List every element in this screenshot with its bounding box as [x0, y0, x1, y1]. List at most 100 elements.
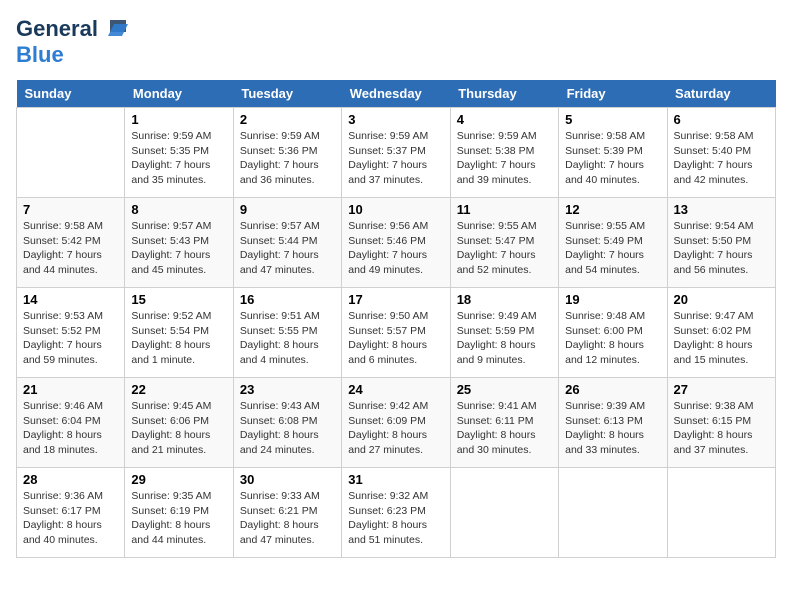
day-number: 14: [23, 292, 118, 307]
day-number: 15: [131, 292, 226, 307]
day-number: 22: [131, 382, 226, 397]
calendar-week-row: 28 Sunrise: 9:36 AMSunset: 6:17 PMDayligh…: [17, 468, 776, 558]
calendar-day-cell: 25Sunrise: 9:41 AMSunset: 6:11 PMDayligh…: [450, 378, 558, 468]
calendar-day-cell: 2 Sunrise: 9:59 AMSunset: 5:36 PMDaylight…: [233, 108, 341, 198]
day-number: 4: [457, 112, 552, 127]
logo-icon: [100, 18, 128, 40]
day-info: Sunrise: 9:33 AMSunset: 6:21 PMDaylight:…: [240, 489, 335, 548]
logo-blue: Blue: [16, 42, 64, 67]
calendar-day-cell: 22 Sunrise: 9:45 AMSunset: 6:06 PMDayligh…: [125, 378, 233, 468]
calendar-week-row: 7 Sunrise: 9:58 AMSunset: 5:42 PMDaylight…: [17, 198, 776, 288]
page-header: General Blue: [16, 16, 776, 68]
calendar-week-row: 1 Sunrise: 9:59 AMSunset: 5:35 PMDaylight…: [17, 108, 776, 198]
weekday-header: Wednesday: [342, 80, 450, 108]
calendar-day-cell: 30 Sunrise: 9:33 AMSunset: 6:21 PMDayligh…: [233, 468, 341, 558]
calendar-day-cell: 7 Sunrise: 9:58 AMSunset: 5:42 PMDaylight…: [17, 198, 125, 288]
day-number: 2: [240, 112, 335, 127]
calendar-day-cell: [450, 468, 558, 558]
day-number: 28: [23, 472, 118, 487]
day-info: Sunrise: 9:54 AMSunset: 5:50 PMDaylight:…: [674, 219, 769, 278]
calendar-day-cell: 31Sunrise: 9:32 AMSunset: 6:23 PMDayligh…: [342, 468, 450, 558]
day-info: Sunrise: 9:53 AMSunset: 5:52 PMDaylight:…: [23, 309, 118, 368]
calendar-header: SundayMondayTuesdayWednesdayThursdayFrid…: [17, 80, 776, 108]
day-number: 7: [23, 202, 118, 217]
day-number: 20: [674, 292, 769, 307]
day-info: Sunrise: 9:58 AMSunset: 5:40 PMDaylight:…: [674, 129, 769, 188]
day-number: 8: [131, 202, 226, 217]
day-info: Sunrise: 9:38 AMSunset: 6:15 PMDaylight:…: [674, 399, 769, 458]
day-info: Sunrise: 9:47 AMSunset: 6:02 PMDaylight:…: [674, 309, 769, 368]
day-number: 21: [23, 382, 118, 397]
day-info: Sunrise: 9:35 AMSunset: 6:19 PMDaylight:…: [131, 489, 226, 548]
calendar-day-cell: 14 Sunrise: 9:53 AMSunset: 5:52 PMDayligh…: [17, 288, 125, 378]
day-number: 5: [565, 112, 660, 127]
calendar-week-row: 14 Sunrise: 9:53 AMSunset: 5:52 PMDayligh…: [17, 288, 776, 378]
calendar-day-cell: 26 Sunrise: 9:39 AMSunset: 6:13 PMDayligh…: [559, 378, 667, 468]
day-info: Sunrise: 9:45 AMSunset: 6:06 PMDaylight:…: [131, 399, 226, 458]
calendar-day-cell: 6 Sunrise: 9:58 AMSunset: 5:40 PMDaylight…: [667, 108, 775, 198]
calendar-day-cell: 8 Sunrise: 9:57 AMSunset: 5:43 PMDaylight…: [125, 198, 233, 288]
calendar-week-row: 21Sunrise: 9:46 AMSunset: 6:04 PMDayligh…: [17, 378, 776, 468]
weekday-header: Friday: [559, 80, 667, 108]
day-info: Sunrise: 9:39 AMSunset: 6:13 PMDaylight:…: [565, 399, 660, 458]
day-info: Sunrise: 9:58 AMSunset: 5:39 PMDaylight:…: [565, 129, 660, 188]
day-info: Sunrise: 9:32 AMSunset: 6:23 PMDaylight:…: [348, 489, 443, 548]
header-row: SundayMondayTuesdayWednesdayThursdayFrid…: [17, 80, 776, 108]
calendar-day-cell: 9 Sunrise: 9:57 AMSunset: 5:44 PMDaylight…: [233, 198, 341, 288]
calendar-day-cell: [667, 468, 775, 558]
day-number: 3: [348, 112, 443, 127]
day-number: 6: [674, 112, 769, 127]
calendar-day-cell: 21Sunrise: 9:46 AMSunset: 6:04 PMDayligh…: [17, 378, 125, 468]
day-number: 9: [240, 202, 335, 217]
day-info: Sunrise: 9:52 AMSunset: 5:54 PMDaylight:…: [131, 309, 226, 368]
logo-general: General: [16, 16, 98, 42]
day-info: Sunrise: 9:36 AMSunset: 6:17 PMDaylight:…: [23, 489, 118, 548]
calendar-day-cell: 16 Sunrise: 9:51 AMSunset: 5:55 PMDayligh…: [233, 288, 341, 378]
day-info: Sunrise: 9:42 AMSunset: 6:09 PMDaylight:…: [348, 399, 443, 458]
day-info: Sunrise: 9:57 AMSunset: 5:44 PMDaylight:…: [240, 219, 335, 278]
weekday-header: Sunday: [17, 80, 125, 108]
calendar: SundayMondayTuesdayWednesdayThursdayFrid…: [16, 80, 776, 558]
day-info: Sunrise: 9:51 AMSunset: 5:55 PMDaylight:…: [240, 309, 335, 368]
weekday-header: Saturday: [667, 80, 775, 108]
weekday-header: Thursday: [450, 80, 558, 108]
day-number: 13: [674, 202, 769, 217]
calendar-day-cell: 17Sunrise: 9:50 AMSunset: 5:57 PMDayligh…: [342, 288, 450, 378]
calendar-day-cell: 29Sunrise: 9:35 AMSunset: 6:19 PMDayligh…: [125, 468, 233, 558]
day-info: Sunrise: 9:59 AMSunset: 5:35 PMDaylight:…: [131, 129, 226, 188]
day-info: Sunrise: 9:55 AMSunset: 5:49 PMDaylight:…: [565, 219, 660, 278]
day-info: Sunrise: 9:43 AMSunset: 6:08 PMDaylight:…: [240, 399, 335, 458]
logo: General Blue: [16, 16, 128, 68]
day-info: Sunrise: 9:57 AMSunset: 5:43 PMDaylight:…: [131, 219, 226, 278]
calendar-day-cell: 15 Sunrise: 9:52 AMSunset: 5:54 PMDayligh…: [125, 288, 233, 378]
day-number: 17: [348, 292, 443, 307]
calendar-body: 1 Sunrise: 9:59 AMSunset: 5:35 PMDaylight…: [17, 108, 776, 558]
day-info: Sunrise: 9:55 AMSunset: 5:47 PMDaylight:…: [457, 219, 552, 278]
calendar-day-cell: 24Sunrise: 9:42 AMSunset: 6:09 PMDayligh…: [342, 378, 450, 468]
day-info: Sunrise: 9:41 AMSunset: 6:11 PMDaylight:…: [457, 399, 552, 458]
calendar-day-cell: 27Sunrise: 9:38 AMSunset: 6:15 PMDayligh…: [667, 378, 775, 468]
day-number: 16: [240, 292, 335, 307]
calendar-day-cell: 10Sunrise: 9:56 AMSunset: 5:46 PMDayligh…: [342, 198, 450, 288]
day-info: Sunrise: 9:59 AMSunset: 5:38 PMDaylight:…: [457, 129, 552, 188]
weekday-header: Monday: [125, 80, 233, 108]
day-number: 1: [131, 112, 226, 127]
day-info: Sunrise: 9:58 AMSunset: 5:42 PMDaylight:…: [23, 219, 118, 278]
calendar-day-cell: 5 Sunrise: 9:58 AMSunset: 5:39 PMDaylight…: [559, 108, 667, 198]
calendar-day-cell: 20 Sunrise: 9:47 AMSunset: 6:02 PMDayligh…: [667, 288, 775, 378]
calendar-day-cell: 12Sunrise: 9:55 AMSunset: 5:49 PMDayligh…: [559, 198, 667, 288]
day-number: 10: [348, 202, 443, 217]
calendar-day-cell: 18 Sunrise: 9:49 AMSunset: 5:59 PMDayligh…: [450, 288, 558, 378]
calendar-day-cell: 13 Sunrise: 9:54 AMSunset: 5:50 PMDayligh…: [667, 198, 775, 288]
calendar-day-cell: [559, 468, 667, 558]
day-number: 30: [240, 472, 335, 487]
calendar-day-cell: 1 Sunrise: 9:59 AMSunset: 5:35 PMDaylight…: [125, 108, 233, 198]
calendar-day-cell: 4 Sunrise: 9:59 AMSunset: 5:38 PMDaylight…: [450, 108, 558, 198]
calendar-day-cell: 23Sunrise: 9:43 AMSunset: 6:08 PMDayligh…: [233, 378, 341, 468]
day-number: 18: [457, 292, 552, 307]
day-info: Sunrise: 9:59 AMSunset: 5:36 PMDaylight:…: [240, 129, 335, 188]
day-number: 19: [565, 292, 660, 307]
day-info: Sunrise: 9:49 AMSunset: 5:59 PMDaylight:…: [457, 309, 552, 368]
day-number: 26: [565, 382, 660, 397]
calendar-day-cell: [17, 108, 125, 198]
